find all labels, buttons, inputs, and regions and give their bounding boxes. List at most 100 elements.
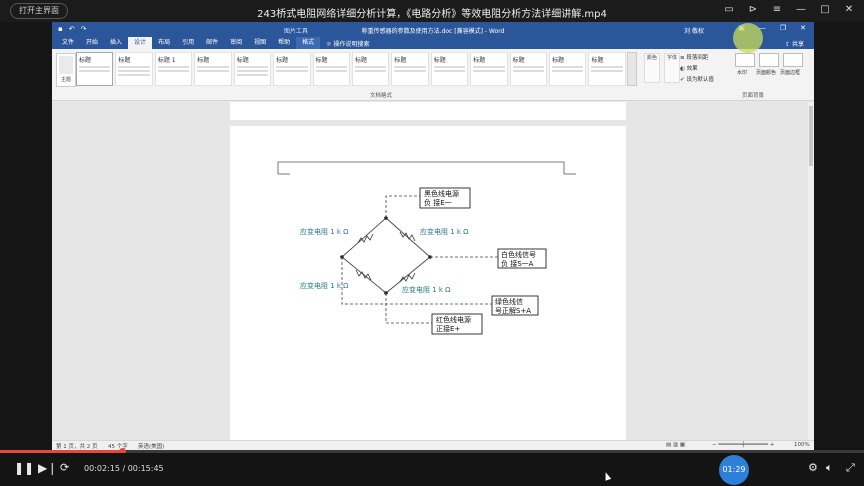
fullscreen-icon[interactable]: ⤢ <box>846 461 855 475</box>
style-set-item[interactable]: 标题 <box>588 52 626 86</box>
vertical-scrollbar[interactable] <box>808 102 814 440</box>
loop-icon[interactable]: ⟳ <box>60 461 69 474</box>
style-set-item[interactable]: 标题 1 <box>154 52 193 86</box>
word-title-bar: ▪ ↶ ↷ 图片工具 称重传感器的参数及使用方法.doc [兼容模式] - Wo… <box>52 22 814 37</box>
tab-mailings[interactable]: 邮件 <box>200 37 224 49</box>
document-page[interactable]: 黑色线电源 负 接E一 白色线信号 负 接S一A 绿色线信 号正解S+A 红色线… <box>230 126 626 446</box>
style-set-item[interactable]: 标题 <box>351 52 390 86</box>
pin-icon[interactable]: ⊳ <box>746 3 760 17</box>
watermark-button[interactable]: 水印 <box>732 53 755 76</box>
style-set-title: 标题 <box>552 57 565 64</box>
status-bar: 第 1 页，共 2 页 45 个字 英语(美国) ▤ ▥ ▦ − ━━━━━━━… <box>52 440 814 450</box>
style-set-item[interactable]: 标题 <box>233 52 272 86</box>
tab-format[interactable]: 格式 <box>296 37 321 49</box>
style-set-title: 标题 <box>512 57 525 64</box>
style-set-item[interactable]: 标题 <box>391 52 429 86</box>
colors-button[interactable]: 颜色 <box>644 53 660 83</box>
previous-page-bottom <box>230 102 626 120</box>
time-separator: / <box>119 464 128 473</box>
gallery-scroll[interactable] <box>627 52 637 86</box>
paragraph-spacing-label: 段落间距 <box>686 55 709 61</box>
page-background-group: 水印 页面颜色 页面边框 <box>732 53 803 76</box>
current-time: 00:02:15 <box>84 464 120 473</box>
word-restore-icon[interactable]: ❐ <box>780 24 786 32</box>
set-default-label: 设为默认值 <box>686 77 714 83</box>
style-set-item[interactable]: 标题 <box>76 52 114 86</box>
tab-view[interactable]: 视图 <box>248 37 272 49</box>
tab-design[interactable]: 设计 <box>128 37 153 49</box>
resistor-bottom-right <box>399 272 416 283</box>
bridge-diagram[interactable]: 黑色线电源 负 接E一 白色线信号 负 接S一A 绿色线信 号正解S+A 红色线… <box>230 126 626 446</box>
window-buttons: ▭ ⊳ ≡ — □ ✕ <box>722 3 856 17</box>
menu-icon[interactable]: ≡ <box>770 3 784 17</box>
style-set-title: 标题 <box>197 57 210 64</box>
tell-me-text: 操作说明搜索 <box>333 40 370 48</box>
set-default-button[interactable]: ✔ 设为默认值 <box>680 75 714 86</box>
design-ribbon: 主题 标题 标题 标题 1 标题 标题 标题 标题 标题 标题 标题 标题 标题… <box>52 49 814 101</box>
tell-me-box[interactable]: ☼ 操作说明搜索 <box>326 39 369 48</box>
document-canvas[interactable]: 黑色线电源 负 接E一 白色线信号 负 接S一A 绿色线信 号正解S+A 红色线… <box>52 102 814 446</box>
colors-fonts-group: 颜色 字体 <box>644 53 680 83</box>
share-icon: ⇪ <box>785 40 792 48</box>
pause-icon[interactable]: ❚❚ <box>14 461 34 475</box>
fonts-button[interactable]: 字体 <box>664 53 680 83</box>
status-lang[interactable]: 英语(美国) <box>138 442 164 450</box>
page-border-button[interactable]: 页面边框 <box>780 53 803 76</box>
tab-file[interactable]: 文件 <box>56 37 80 49</box>
style-set-item[interactable]: 标题 <box>312 52 350 86</box>
style-set-item[interactable]: 标题 <box>509 52 548 86</box>
user-name[interactable]: 刘 敬权 <box>684 26 704 35</box>
style-set-item[interactable]: 标题 <box>430 52 469 86</box>
status-page[interactable]: 第 1 页，共 2 页 <box>56 442 98 450</box>
page-color-icon <box>759 53 779 67</box>
settings-icon[interactable]: ⚙ <box>808 461 818 474</box>
view-mode-icons[interactable]: ▤ ▥ ▦ <box>666 442 685 448</box>
label-white-1: 白色线信号 <box>501 250 536 259</box>
style-set-title: 标题 <box>79 57 92 64</box>
label-white-2: 负 接S一A <box>501 259 534 268</box>
scroll-thumb[interactable] <box>809 106 813 166</box>
share-button[interactable]: ⇪ 共享 <box>785 39 804 48</box>
tab-insert[interactable]: 插入 <box>104 37 128 49</box>
zoom-slider[interactable]: − ━━━━━━━┿━━━━━━━ + <box>712 442 774 448</box>
style-set-title: 标题 <box>394 57 407 64</box>
watermark-label: 水印 <box>736 70 747 76</box>
bridge-wires <box>341 217 431 294</box>
watermark-icon <box>735 53 755 67</box>
tab-home[interactable]: 开始 <box>80 37 104 49</box>
paragraph-spacing-button[interactable]: ≡ 段落间距 <box>680 53 714 64</box>
close-icon[interactable]: ✕ <box>842 3 856 17</box>
style-set-item[interactable]: 标题 <box>273 52 311 86</box>
zoom-level[interactable]: 100% <box>794 442 810 448</box>
word-window: ▪ ↶ ↷ 图片工具 称重传感器的参数及使用方法.doc [兼容模式] - Wo… <box>52 22 814 450</box>
resistor-label-top-left: 应变电阻 1 k Ω <box>300 227 349 236</box>
style-set-item[interactable]: 标题 <box>115 52 153 86</box>
ribbon-tabs: 文件 开始 插入 设计 布局 引用 邮件 审阅 视图 帮助 格式 ☼ 操作说明搜… <box>52 37 814 49</box>
style-set-item[interactable]: 标题 <box>470 52 508 86</box>
fonts-label: 字体 <box>666 55 677 61</box>
next-icon[interactable]: ▶❘ <box>38 461 57 475</box>
page-color-button[interactable]: 页面颜色 <box>756 53 779 76</box>
tab-references[interactable]: 引用 <box>176 37 200 49</box>
maximize-icon[interactable]: □ <box>818 3 832 17</box>
tab-help[interactable]: 帮助 <box>272 37 296 49</box>
word-close-icon[interactable]: ✕ <box>800 24 806 32</box>
label-green-2: 号正解S+A <box>495 306 531 315</box>
header-line <box>277 161 565 174</box>
minimize-icon[interactable]: — <box>794 3 808 17</box>
lead-black <box>385 195 420 218</box>
label-green-1: 绿色线信 <box>495 297 523 306</box>
effects-button[interactable]: ◐ 效果 <box>680 64 714 75</box>
style-set-item[interactable]: 标题 <box>194 52 232 86</box>
tab-review[interactable]: 审阅 <box>224 37 248 49</box>
themes-button[interactable]: 主题 <box>56 53 76 87</box>
colors-label: 颜色 <box>646 55 657 61</box>
timer-badge[interactable]: 01:29 <box>719 455 749 485</box>
style-set-item[interactable]: 标题 <box>549 52 587 86</box>
page-border-label: 页面边框 <box>780 70 801 76</box>
volume-icon[interactable]: 🔈︎ <box>826 461 833 475</box>
screenshot-icon[interactable]: ▭ <box>722 3 736 17</box>
time-display: 00:02:15 / 00:15:45 <box>84 464 164 473</box>
style-set-title: 标题 <box>118 57 131 64</box>
tab-layout[interactable]: 布局 <box>152 37 176 49</box>
